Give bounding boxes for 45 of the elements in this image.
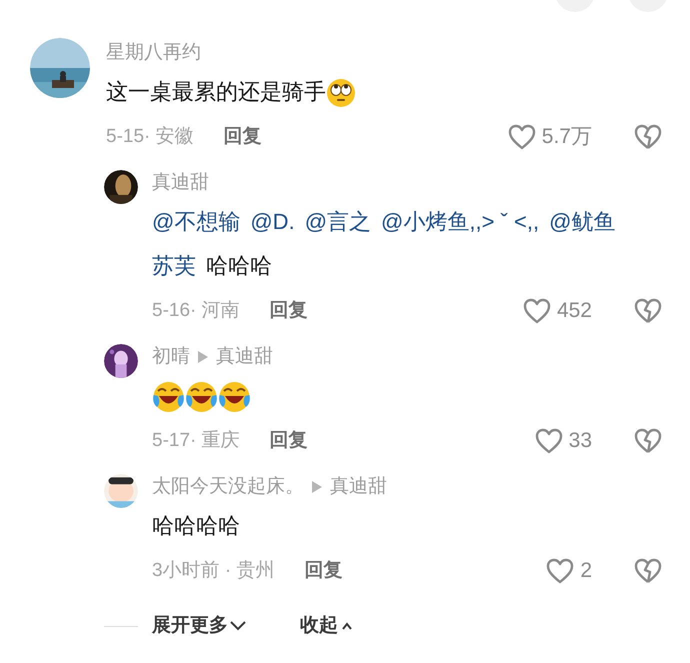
username[interactable]: 真迪甜 (330, 472, 387, 502)
comment-meta: 5-15· 安徽 (106, 124, 194, 149)
broken-heart-icon[interactable] (634, 558, 662, 584)
comment-meta: 5-16· 河南 (152, 298, 240, 323)
laughing-crying-emoji-icon (218, 381, 251, 414)
chevron-up-icon (342, 622, 352, 630)
reply-button[interactable]: 回复 (270, 426, 308, 456)
broken-heart-icon[interactable] (634, 428, 662, 454)
username[interactable]: 星期八再约 (106, 38, 201, 68)
reply-button[interactable]: 回复 (224, 122, 262, 152)
like-count: 33 (568, 428, 592, 454)
play-arrow-icon (312, 481, 322, 493)
mention-link[interactable]: @言之 (304, 209, 372, 234)
mention-link[interactable]: @D. (250, 209, 295, 234)
mention-link[interactable]: @鱿鱼 (549, 209, 616, 234)
laughing-crying-emoji-icon (185, 381, 218, 414)
comment-text: 这一桌最累的还是骑手 (106, 79, 326, 104)
reply-button[interactable]: 回复 (270, 296, 308, 326)
comment-text: 哈哈哈哈 (152, 513, 240, 538)
username[interactable]: 初晴 (152, 342, 190, 372)
play-arrow-icon (198, 351, 208, 363)
broken-heart-icon[interactable] (634, 124, 662, 150)
username[interactable]: 太阳今天没起床。 (152, 472, 304, 502)
heart-icon[interactable] (534, 428, 563, 454)
mention-link[interactable]: @不想输 (152, 209, 240, 234)
username[interactable]: 真迪甜 (216, 342, 273, 372)
comment-text: 哈哈哈 (206, 253, 272, 278)
like-count: 5.7万 (542, 124, 592, 150)
broken-heart-icon[interactable] (634, 298, 662, 324)
eye-roll-emoji-icon (326, 78, 356, 108)
collapse-button[interactable]: 收起 (300, 612, 352, 640)
like-count: 452 (556, 298, 592, 324)
heart-icon[interactable] (522, 298, 551, 324)
heart-icon[interactable] (546, 558, 574, 584)
expand-more-button[interactable]: 展开更多 (152, 612, 246, 640)
laughing-crying-emoji-icon (152, 381, 185, 414)
username[interactable]: 真迪甜 (152, 168, 209, 198)
mention-link[interactable]: @小烤鱼,,> ˇ <,, (381, 209, 540, 234)
comment-meta: 5-17· 重庆 (152, 428, 240, 453)
like-count: 2 (580, 558, 592, 584)
chevron-down-icon (230, 621, 246, 632)
reply-button[interactable]: 回复 (304, 556, 342, 586)
mention-link[interactable]: 苏芙 (152, 253, 196, 278)
heart-icon[interactable] (508, 124, 536, 150)
comment-meta: 3小时前 · 贵州 (152, 558, 274, 583)
